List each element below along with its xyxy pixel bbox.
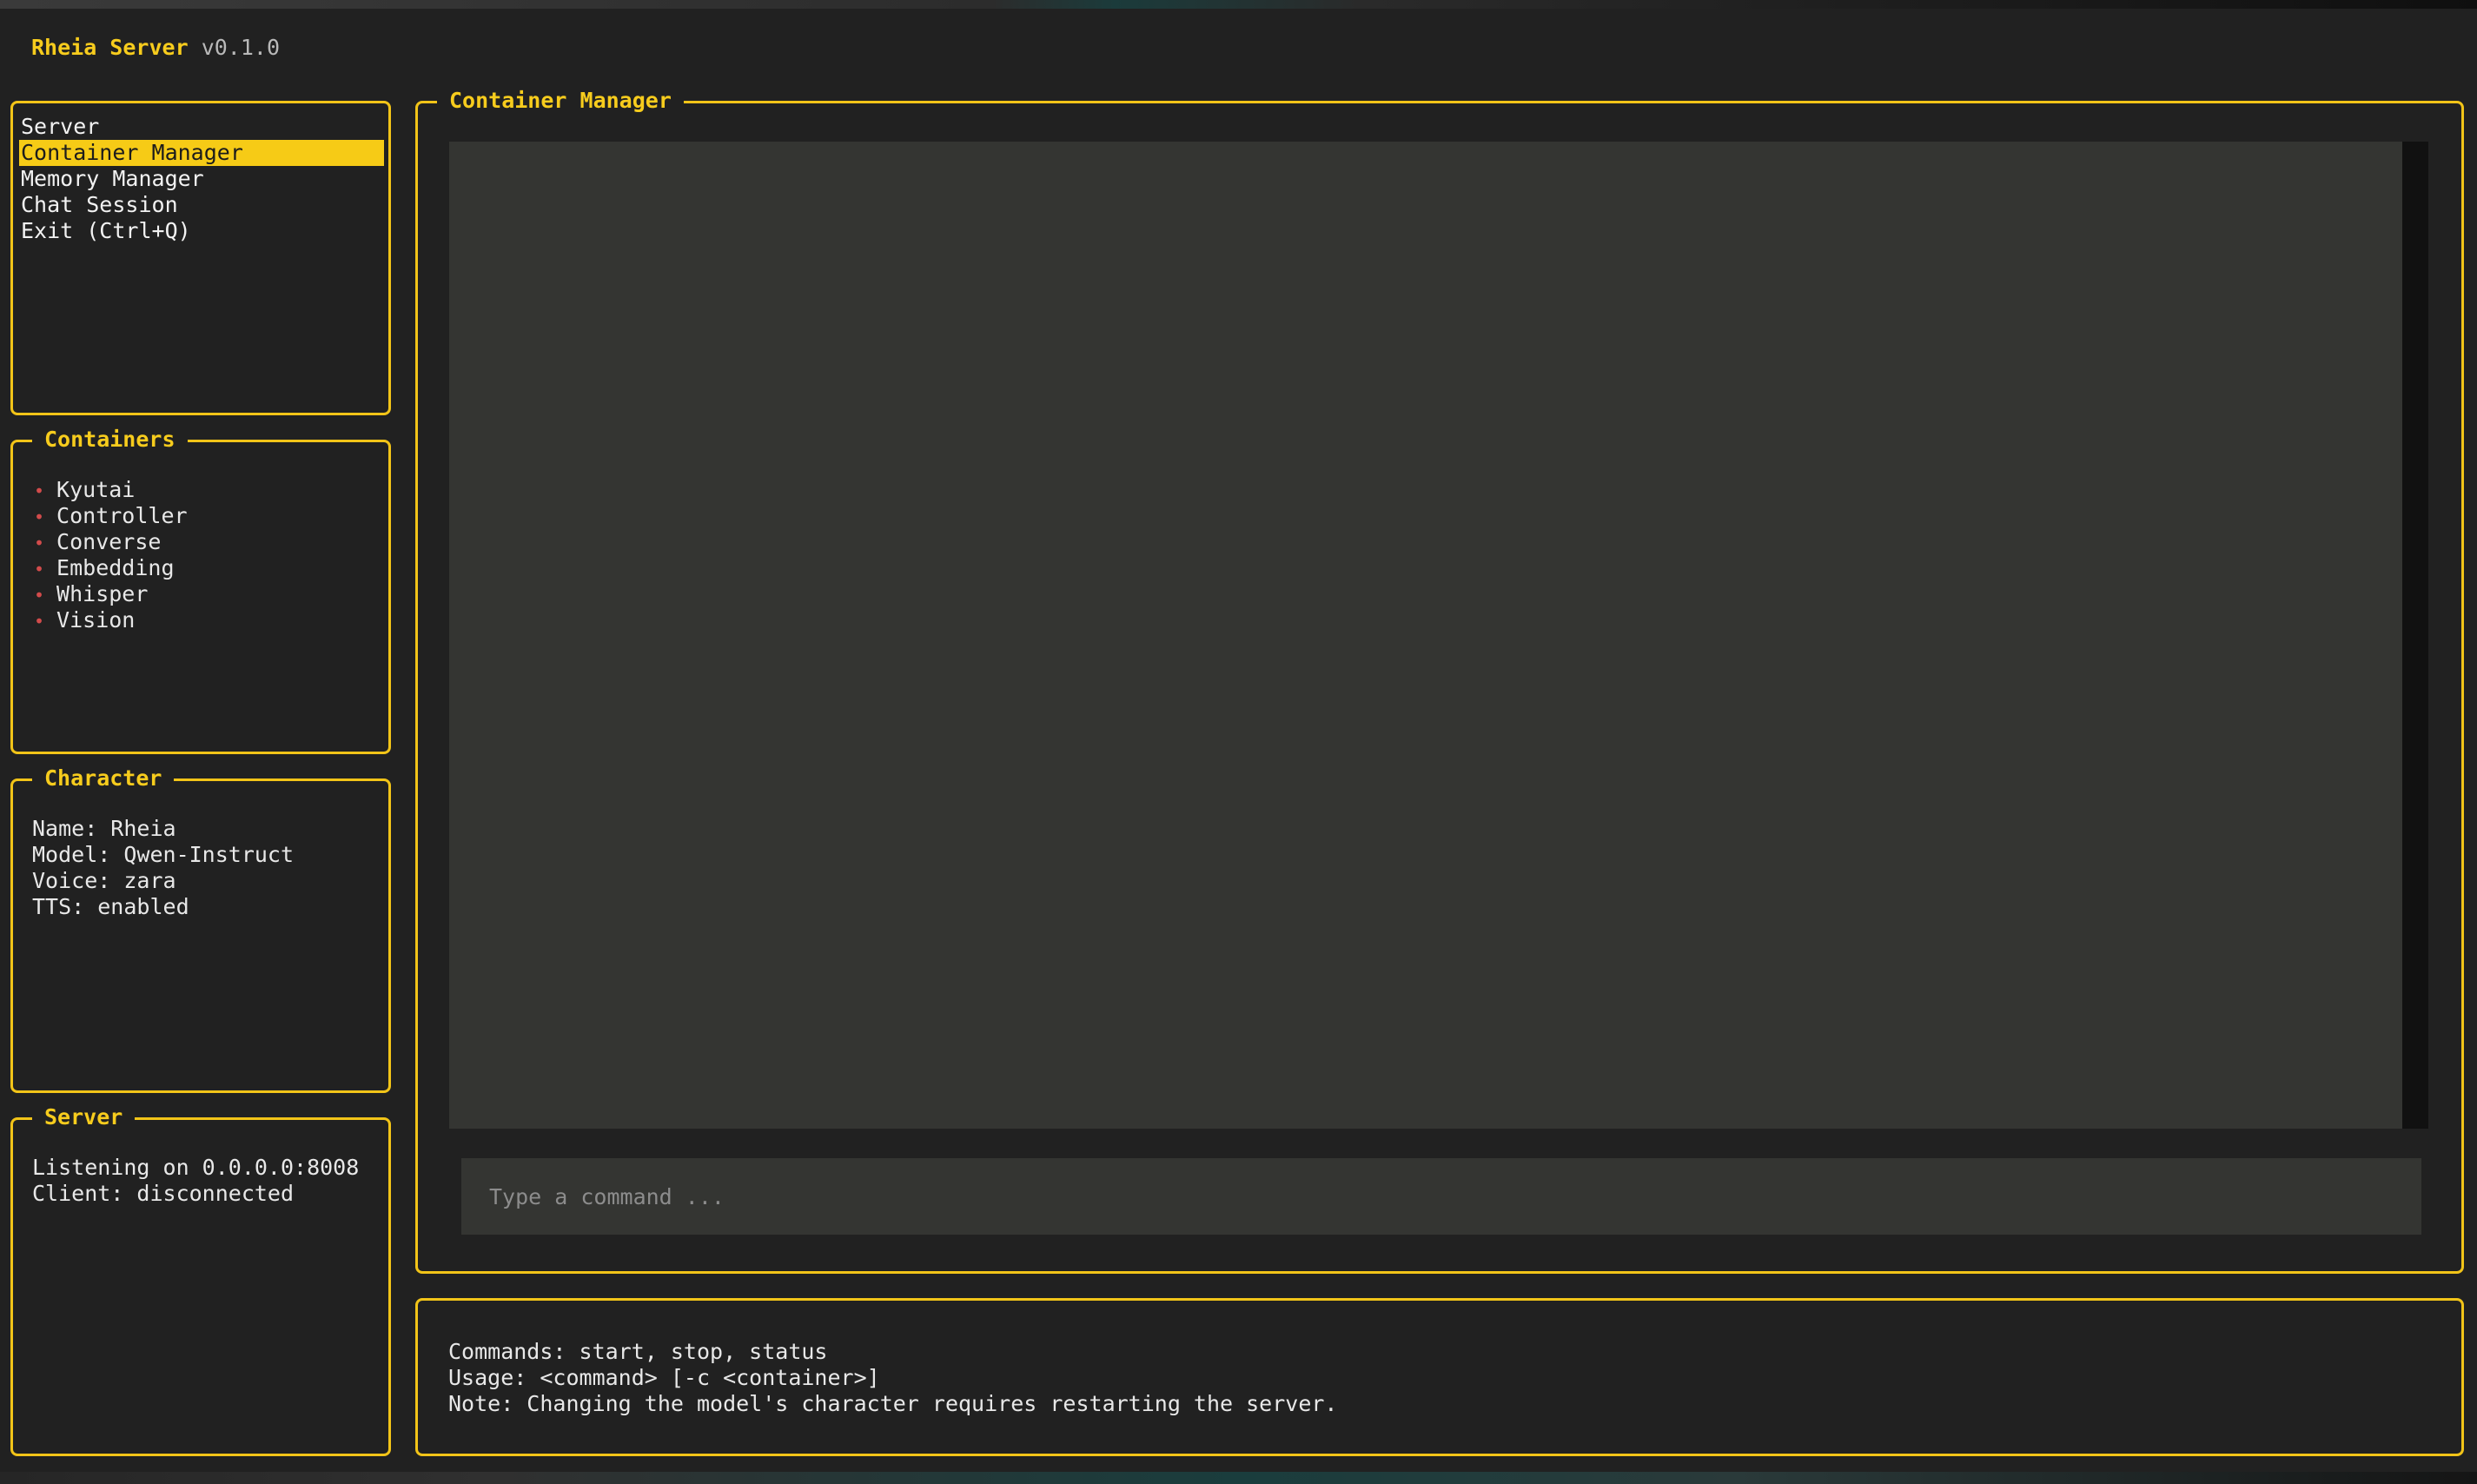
help-commands: Commands: start, stop, status	[448, 1339, 828, 1364]
app-title: Rheia Server v0.1.0	[31, 35, 280, 61]
container-manager-panel: Container Manager	[415, 87, 2464, 1274]
nav-item-memory-manager[interactable]: Memory Manager	[19, 166, 384, 192]
list-item: • Embedding	[34, 555, 188, 581]
window-bottom-edge	[0, 1472, 2477, 1484]
server-listening: Listening on 0.0.0.0:8008	[32, 1155, 360, 1180]
status-dot-icon: •	[34, 480, 45, 501]
window-top-edge	[0, 0, 2477, 9]
status-dot-icon: •	[34, 585, 45, 606]
status-dot-icon: •	[34, 507, 45, 527]
server-panel-title: Server	[32, 1103, 136, 1131]
list-item: • Whisper	[34, 581, 188, 607]
main-panel-title: Container Manager	[437, 87, 684, 115]
status-dot-icon: •	[34, 533, 45, 553]
container-name: Converse	[56, 529, 162, 554]
character-name: Name: Rheia	[32, 816, 176, 841]
nav-panel: Server Container Manager Memory Manager …	[10, 101, 391, 415]
containers-panel: Containers • Kyutai • Controller • Converse…	[10, 426, 391, 754]
status-dot-icon: •	[34, 559, 45, 580]
nav-item-server[interactable]: Server	[19, 114, 384, 140]
character-model: Model: Qwen-Instruct	[32, 842, 295, 867]
app-window: Rheia Server v0.1.0 Server Container Man…	[0, 0, 2477, 1484]
server-panel: Server Listening on 0.0.0.0:8008 Client:…	[10, 1103, 391, 1456]
nav-menu: Server Container Manager Memory Manager …	[19, 114, 384, 244]
list-item: • Kyutai	[34, 477, 188, 503]
container-name: Controller	[56, 503, 188, 528]
character-panel: Character Name: Rheia Model: Qwen-Instru…	[10, 765, 391, 1093]
help-panel: Commands: start, stop, status Usage: <co…	[415, 1298, 2464, 1456]
character-panel-title: Character	[32, 765, 175, 792]
command-input[interactable]	[461, 1158, 2421, 1235]
nav-item-container-manager[interactable]: Container Manager	[19, 140, 384, 166]
containers-panel-title: Containers	[32, 426, 188, 454]
list-item: • Controller	[34, 503, 188, 529]
character-info: Name: Rheia Model: Qwen-Instruct Voice: …	[32, 816, 294, 920]
container-name: Vision	[56, 607, 136, 633]
status-dot-icon: •	[34, 611, 45, 632]
nav-item-exit[interactable]: Exit (Ctrl+Q)	[19, 218, 384, 244]
container-name: Kyutai	[56, 477, 136, 502]
app-name: Rheia Server	[31, 35, 189, 60]
character-tts: TTS: enabled	[32, 894, 189, 919]
container-name: Whisper	[56, 581, 149, 606]
help-text: Commands: start, stop, status Usage: <co…	[448, 1339, 1338, 1417]
nav-item-chat-session[interactable]: Chat Session	[19, 192, 384, 218]
help-usage: Usage: <command> [-c <container>]	[448, 1365, 880, 1390]
container-name: Embedding	[56, 555, 175, 580]
list-item: • Converse	[34, 529, 188, 555]
output-scrollbar[interactable]	[2402, 142, 2428, 1129]
list-item: • Vision	[34, 607, 188, 633]
character-voice: Voice: zara	[32, 868, 176, 893]
help-note: Note: Changing the model's character req…	[448, 1391, 1338, 1416]
server-client-status: Client: disconnected	[32, 1181, 295, 1206]
container-list: • Kyutai • Controller • Converse • Embedding…	[34, 477, 188, 633]
app-version: v0.1.0	[201, 35, 280, 60]
output-log[interactable]	[449, 142, 2402, 1129]
server-info: Listening on 0.0.0.0:8008 Client: discon…	[32, 1155, 359, 1207]
